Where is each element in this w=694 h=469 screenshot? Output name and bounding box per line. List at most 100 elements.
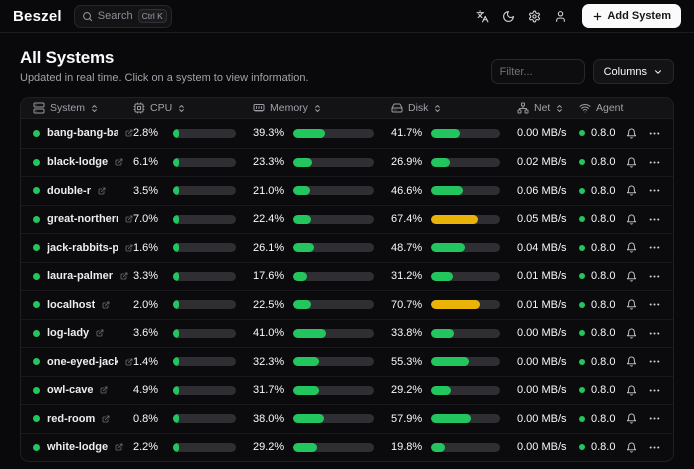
- system-name: white-lodge: [47, 441, 108, 453]
- memory-meter: [293, 443, 374, 452]
- table-row[interactable]: double-r 3.5% 21.0% 46.6% 0.06 MB/s 0.8.…: [21, 176, 673, 205]
- memory-meter: [293, 414, 374, 423]
- column-header-disk[interactable]: Disk: [391, 102, 517, 114]
- chevron-down-icon: [653, 67, 663, 77]
- bell-icon[interactable]: [626, 299, 637, 310]
- disk-value: 26.9%: [391, 156, 424, 168]
- more-options-icon[interactable]: [648, 441, 661, 454]
- languages-icon[interactable]: [476, 10, 489, 23]
- table-row[interactable]: owl-cave 4.9% 31.7% 29.2% 0.00 MB/s 0.8.…: [21, 376, 673, 405]
- more-options-icon[interactable]: [648, 355, 661, 368]
- system-name: great-northern: [47, 213, 118, 225]
- system-name: black-lodge: [47, 156, 108, 168]
- bell-icon[interactable]: [626, 442, 637, 453]
- wifi-icon: [579, 102, 591, 114]
- status-dot: [33, 330, 40, 337]
- search-input[interactable]: Search Ctrl K: [74, 5, 172, 28]
- table-body: bang-bang-bar 2.8% 39.3% 41.7% 0.00 MB/s…: [21, 119, 673, 461]
- external-link-icon[interactable]: [125, 129, 133, 137]
- more-options-icon[interactable]: [648, 156, 661, 169]
- app-logo[interactable]: Beszel: [13, 8, 62, 25]
- more-options-icon[interactable]: [648, 213, 661, 226]
- columns-button[interactable]: Columns: [593, 59, 674, 84]
- more-options-icon[interactable]: [648, 298, 661, 311]
- column-header-system[interactable]: System: [21, 102, 133, 114]
- search-icon: [82, 11, 93, 22]
- external-link-icon[interactable]: [125, 215, 133, 223]
- external-link-icon[interactable]: [125, 358, 133, 366]
- system-name: laura-palmer: [47, 270, 113, 282]
- table-row[interactable]: bang-bang-bar 2.8% 39.3% 41.7% 0.00 MB/s…: [21, 119, 673, 148]
- memory-value: 17.6%: [253, 270, 286, 282]
- bell-icon[interactable]: [626, 242, 637, 253]
- memory-value: 23.3%: [253, 156, 286, 168]
- net-value: 0.00 MB/s: [517, 413, 579, 425]
- net-value: 0.05 MB/s: [517, 213, 579, 225]
- net-value: 0.00 MB/s: [517, 356, 579, 368]
- cpu-meter: [173, 357, 236, 366]
- more-options-icon[interactable]: [648, 327, 661, 340]
- hard-drive-icon: [391, 102, 403, 114]
- disk-meter: [431, 186, 500, 195]
- column-label: CPU: [150, 102, 172, 114]
- external-link-icon[interactable]: [96, 329, 104, 337]
- table-row[interactable]: jack-rabbits-palace 1.6% 26.1% 48.7% 0.0…: [21, 233, 673, 262]
- filter-input[interactable]: [491, 59, 585, 84]
- bell-icon[interactable]: [626, 356, 637, 367]
- table-row[interactable]: black-lodge 6.1% 23.3% 26.9% 0.02 MB/s 0…: [21, 148, 673, 177]
- server-icon: [33, 102, 45, 114]
- column-header-cpu[interactable]: CPU: [133, 102, 253, 114]
- agent-version: 0.8.0: [591, 270, 615, 282]
- chevrons-up-down-icon: [433, 104, 442, 113]
- more-options-icon[interactable]: [648, 184, 661, 197]
- settings-gear-icon[interactable]: [528, 10, 541, 23]
- table-row[interactable]: white-lodge 2.2% 29.2% 19.8% 0.00 MB/s 0…: [21, 433, 673, 462]
- external-link-icon[interactable]: [102, 415, 110, 423]
- column-header-net[interactable]: Net: [517, 102, 579, 114]
- theme-toggle-moon-icon[interactable]: [502, 10, 515, 23]
- agent-status-dot: [579, 245, 585, 251]
- user-icon[interactable]: [554, 10, 567, 23]
- add-system-button[interactable]: Add System: [582, 4, 681, 28]
- memory-meter: [293, 243, 374, 252]
- external-link-icon[interactable]: [100, 386, 108, 394]
- more-options-icon[interactable]: [648, 412, 661, 425]
- agent-status-dot: [579, 159, 585, 165]
- more-options-icon[interactable]: [648, 241, 661, 254]
- status-dot: [33, 130, 40, 137]
- external-link-icon[interactable]: [120, 272, 128, 280]
- table-row[interactable]: laura-palmer 3.3% 17.6% 31.2% 0.01 MB/s …: [21, 262, 673, 291]
- table-row[interactable]: red-room 0.8% 38.0% 57.9% 0.00 MB/s 0.8.…: [21, 404, 673, 433]
- bell-icon[interactable]: [626, 328, 637, 339]
- bell-icon[interactable]: [626, 128, 637, 139]
- system-name: jack-rabbits-palace: [47, 242, 118, 254]
- table-row[interactable]: log-lady 3.6% 41.0% 33.8% 0.00 MB/s 0.8.…: [21, 319, 673, 348]
- column-header-agent[interactable]: Agent: [579, 102, 637, 114]
- cpu-meter: [173, 158, 236, 167]
- external-link-icon[interactable]: [98, 187, 106, 195]
- table-row[interactable]: one-eyed-jacks 1.4% 32.3% 55.3% 0.00 MB/…: [21, 347, 673, 376]
- disk-meter: [431, 329, 500, 338]
- table-row[interactable]: great-northern 7.0% 22.4% 67.4% 0.05 MB/…: [21, 205, 673, 234]
- more-options-icon[interactable]: [648, 127, 661, 140]
- memory-value: 38.0%: [253, 413, 286, 425]
- more-options-icon[interactable]: [648, 384, 661, 397]
- column-header-memory[interactable]: Memory: [253, 102, 391, 114]
- table-row[interactable]: localhost 2.0% 22.5% 70.7% 0.01 MB/s 0.8…: [21, 290, 673, 319]
- bell-icon[interactable]: [626, 271, 637, 282]
- bell-icon[interactable]: [626, 185, 637, 196]
- external-link-icon[interactable]: [115, 158, 123, 166]
- status-dot: [33, 387, 40, 394]
- external-link-icon[interactable]: [125, 244, 133, 252]
- more-options-icon[interactable]: [648, 270, 661, 283]
- external-link-icon[interactable]: [102, 301, 110, 309]
- external-link-icon[interactable]: [115, 443, 123, 451]
- table-controls: Columns: [491, 59, 674, 84]
- memory-value: 31.7%: [253, 384, 286, 396]
- net-value: 0.01 MB/s: [517, 270, 579, 282]
- memory-meter: [293, 186, 374, 195]
- bell-icon[interactable]: [626, 214, 637, 225]
- bell-icon[interactable]: [626, 413, 637, 424]
- bell-icon[interactable]: [626, 385, 637, 396]
- bell-icon[interactable]: [626, 157, 637, 168]
